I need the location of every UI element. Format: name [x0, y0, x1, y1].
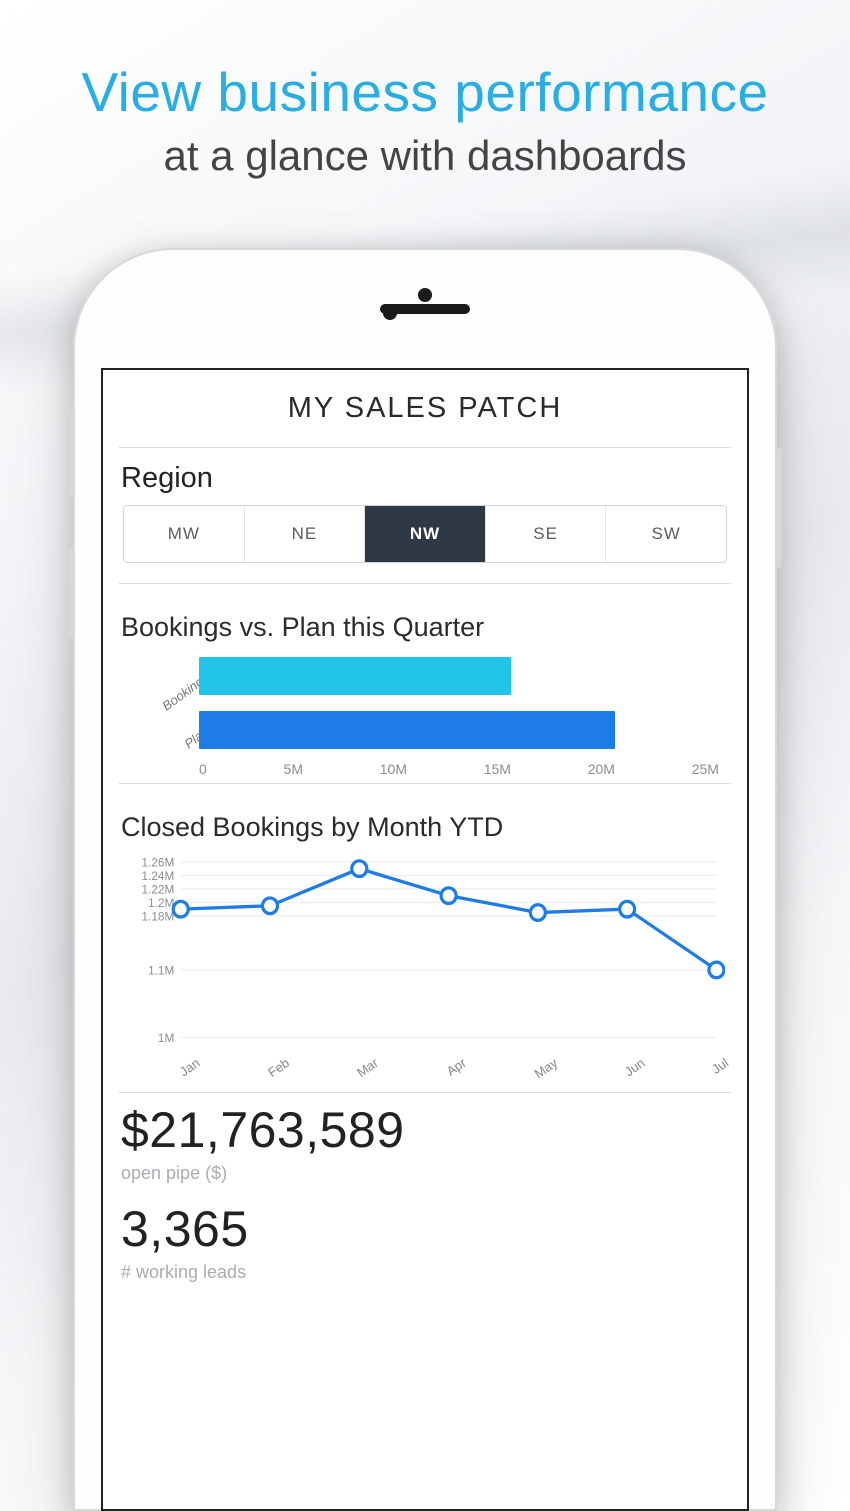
bookings-vs-plan-x-axis: 0 5M 10M 15M 20M 25M — [199, 761, 729, 777]
x-tick: Feb — [265, 1055, 292, 1080]
y-tick: 1.1M — [148, 963, 174, 977]
region-label: Region — [121, 462, 729, 495]
region-tab-sw[interactable]: SW — [606, 506, 726, 562]
hbar-bar-plan — [199, 711, 615, 749]
phone-camera-icon — [418, 288, 432, 302]
closed-bookings-title: Closed Bookings by Month YTD — [121, 812, 729, 843]
hbar-bar-bookings — [199, 657, 511, 695]
x-tick: Jan — [177, 1055, 203, 1079]
y-tick: 1M — [158, 1031, 174, 1045]
line-point — [173, 901, 188, 917]
line-point — [620, 901, 635, 917]
app-screen: MY SALES PATCH Region MWNENWSESW Booking… — [101, 368, 749, 1511]
line-point — [441, 888, 456, 904]
region-section: Region MWNENWSESW — [103, 448, 747, 583]
region-tab-ne[interactable]: NE — [245, 506, 366, 562]
kpi-working-leads-value: 3,365 — [121, 1200, 729, 1258]
region-tab-nw[interactable]: NW — [365, 506, 486, 562]
closed-bookings-section: Closed Bookings by Month YTD 1M 1.1M 1.18M… — [103, 784, 747, 1092]
y-tick: 1.26M — [142, 855, 175, 869]
closed-bookings-chart: 1M 1.1M 1.18M1.2M1.22M1.24M1.26M — [125, 853, 725, 1053]
x-tick: Mar — [354, 1055, 381, 1080]
promo-banner: View business performance at a glance wi… — [0, 60, 850, 180]
promo-subtitle: at a glance with dashboards — [0, 132, 850, 180]
region-tab-se[interactable]: SE — [486, 506, 607, 562]
y-tick: 1.2M — [148, 896, 174, 910]
kpi-open-pipe: $21,763,589 open pipe ($) 3,365 # workin… — [103, 1093, 747, 1309]
x-tick: May — [531, 1055, 560, 1081]
x-tick: 20M — [588, 761, 615, 777]
page-title: MY SALES PATCH — [103, 370, 747, 447]
promo-title: View business performance — [0, 60, 850, 124]
x-tick: Jun — [622, 1055, 648, 1079]
line-point — [263, 898, 278, 914]
closed-bookings-x-axis: JanFebMarAprMayJunJul — [173, 1055, 729, 1070]
y-tick: 1.24M — [142, 869, 175, 883]
region-tab-mw[interactable]: MW — [124, 506, 245, 562]
line-point — [709, 962, 724, 978]
x-tick: 10M — [380, 761, 407, 777]
phone-frame: MY SALES PATCH Region MWNENWSESW Booking… — [73, 248, 777, 1511]
kpi-open-pipe-value: $21,763,589 — [121, 1101, 729, 1159]
region-segmented-control: MWNENWSESW — [123, 505, 727, 563]
bookings-vs-plan-title: Bookings vs. Plan this Quarter — [121, 612, 729, 643]
x-tick: 15M — [484, 761, 511, 777]
line-series — [181, 869, 717, 970]
kpi-working-leads-label: # working leads — [121, 1262, 729, 1283]
x-tick: Apr — [443, 1055, 468, 1079]
phone-speaker-icon — [380, 304, 470, 314]
hbar-row-bookings: Bookings — [199, 653, 719, 699]
bookings-vs-plan-chart: Bookings Plan — [121, 653, 729, 753]
kpi-open-pipe-label: open pipe ($) — [121, 1163, 729, 1184]
x-tick: 0 — [199, 761, 207, 777]
x-tick: Jul — [709, 1055, 731, 1077]
y-tick: 1.18M — [142, 909, 175, 923]
bookings-vs-plan-section: Bookings vs. Plan this Quarter Bookings P… — [103, 584, 747, 783]
line-point — [352, 861, 367, 877]
x-tick: 25M — [692, 761, 719, 777]
line-point — [530, 905, 545, 921]
y-tick: 1.22M — [142, 882, 175, 896]
x-tick: 5M — [284, 761, 303, 777]
hbar-row-plan: Plan — [199, 707, 719, 753]
